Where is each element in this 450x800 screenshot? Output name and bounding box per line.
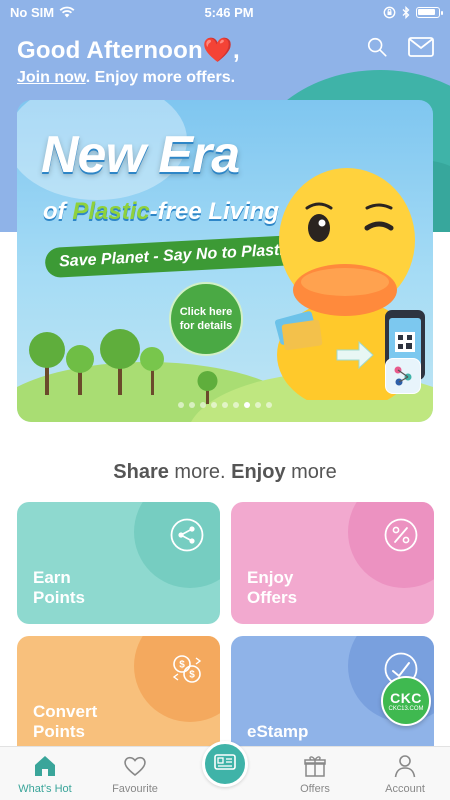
- ckc-badge-subtitle: CKC13.COM: [388, 706, 424, 712]
- tile-label-line2: Points: [33, 722, 85, 741]
- svg-text:$: $: [189, 670, 195, 681]
- share-nodes-icon: [394, 366, 412, 386]
- greeting-title: Good Afternoon❤️,: [17, 36, 240, 65]
- join-now-link[interactable]: Join now: [17, 69, 86, 86]
- tab-offers[interactable]: Offers: [270, 747, 360, 800]
- orientation-lock-icon: [383, 6, 396, 18]
- tab-favourite[interactable]: Favourite: [90, 747, 180, 800]
- section-title-bold-enjoy: Enjoy: [231, 461, 286, 483]
- status-bar: No SIM 5:46 PM: [0, 0, 450, 24]
- promo-banner[interactable]: New Era of Plastic-free Living Save Plan…: [17, 100, 433, 422]
- greeting-suffix: ,: [232, 37, 240, 64]
- home-icon: [35, 756, 55, 776]
- tab-scan[interactable]: [180, 741, 270, 800]
- clock: 5:46 PM: [204, 4, 254, 20]
- tab-account[interactable]: Account: [360, 747, 450, 800]
- ckc-badge-title: CKC: [390, 690, 422, 706]
- battery-icon: [415, 6, 443, 18]
- carousel-dot[interactable]: [244, 402, 250, 408]
- search-icon[interactable]: [364, 36, 390, 58]
- join-suffix: . Enjoy more offers.: [85, 69, 236, 86]
- wifi-icon: [59, 6, 75, 18]
- tile-label: Enjoy Offers: [247, 568, 297, 608]
- earn-points-tile[interactable]: Earn Points: [17, 502, 220, 624]
- heart-icon: [124, 756, 146, 777]
- section-title-text2: more: [285, 461, 337, 483]
- tile-label: Convert Points: [33, 702, 97, 742]
- tile-label-line1: Convert: [33, 702, 98, 721]
- percent-icon: [384, 518, 418, 552]
- tile-label-line1: Enjoy: [247, 568, 294, 587]
- header-actions: [364, 36, 434, 58]
- tile-label-line2: Points: [33, 588, 85, 607]
- tile-label-line1: Earn: [33, 568, 71, 587]
- banner-subline-highlight: Plastic: [72, 198, 150, 225]
- heart-emoji-icon: ❤️: [202, 37, 233, 64]
- carousel-dot[interactable]: [200, 402, 206, 408]
- section-title-bold-share: Share: [113, 461, 169, 483]
- gift-icon: [304, 756, 326, 777]
- user-icon: [394, 755, 416, 778]
- banner-subline: of Plastic-free Living: [43, 198, 279, 226]
- mail-icon[interactable]: [408, 36, 434, 58]
- tab-whats-hot[interactable]: What's Hot: [0, 747, 90, 800]
- greeting-subtitle: Join now. Enjoy more offers.: [17, 69, 240, 87]
- ckc-floating-badge[interactable]: CKC CKC13.COM: [381, 676, 431, 726]
- carousel-dot[interactable]: [222, 402, 228, 408]
- enjoy-offers-tile[interactable]: Enjoy Offers: [231, 502, 434, 624]
- battery-fill: [417, 8, 436, 15]
- scan-card-icon: [214, 754, 236, 770]
- carousel-dot[interactable]: [266, 402, 272, 408]
- carousel-dot[interactable]: [189, 402, 195, 408]
- banner-subline-suffix: -free Living: [149, 198, 280, 225]
- greeting-block: Good Afternoon❤️, Join now. Enjoy more o…: [17, 36, 240, 87]
- tile-label-line2: Offers: [247, 588, 298, 607]
- banner-share-button[interactable]: [385, 358, 421, 394]
- tab-label: What's Hot: [18, 783, 72, 795]
- share-icon: [170, 518, 204, 552]
- scan-card-button[interactable]: [202, 741, 248, 787]
- tile-label: eStamp: [247, 722, 308, 742]
- tab-label: Offers: [300, 783, 330, 795]
- tab-label: Favourite: [112, 783, 158, 795]
- carousel-dot[interactable]: [255, 402, 261, 408]
- carousel-dot[interactable]: [233, 402, 239, 408]
- carrier-label: No SIM: [10, 4, 55, 20]
- svg-text:$: $: [179, 660, 185, 671]
- carousel-pagination[interactable]: [17, 402, 433, 408]
- carousel-dot[interactable]: [178, 402, 184, 408]
- banner-cta-button[interactable]: Click here for details: [169, 282, 243, 356]
- bluetooth-icon: [402, 5, 410, 19]
- small-tree-illustration: [197, 371, 218, 404]
- currency-exchange-icon: $ $: [172, 655, 202, 683]
- greeting-text: Good Afternoon: [17, 37, 203, 64]
- trees-illustration: [29, 329, 164, 395]
- section-title-text1: more.: [168, 461, 232, 483]
- banner-subline-prefix: of: [43, 198, 73, 225]
- section-title: Share more. Enjoy more: [0, 461, 450, 484]
- bottom-tab-bar: What's Hot Favourite Offers Account: [0, 741, 450, 800]
- tab-label: Account: [385, 783, 425, 795]
- banner-headline: New Era: [41, 126, 240, 184]
- tile-label-line1: eStamp: [247, 722, 309, 741]
- carousel-dot[interactable]: [211, 402, 217, 408]
- tile-label: Earn Points: [33, 568, 85, 608]
